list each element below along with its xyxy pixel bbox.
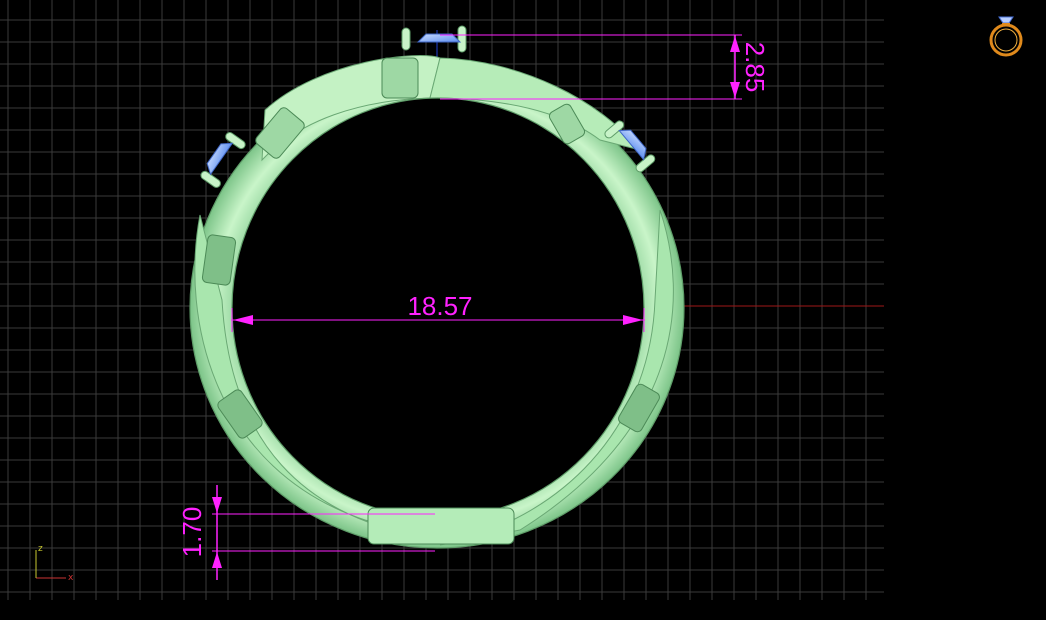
gem-top[interactable] [401, 25, 467, 53]
dimension-top-height-label: 2.85 [740, 42, 770, 93]
dimension-inner-diameter-label: 18.57 [407, 291, 472, 321]
dimension-band-thickness-label: 1.70 [177, 507, 207, 558]
ring-icon[interactable] [989, 16, 1023, 57]
viewport-canvas[interactable]: 2.85 18.57 1.70 z x [0, 0, 1046, 615]
axis-x-label: x [68, 573, 74, 583]
cad-viewport[interactable]: 2.85 18.57 1.70 z x [0, 0, 1046, 615]
axis-gizmo: z x [35, 544, 74, 583]
axis-z-label: z [38, 544, 43, 554]
seat-cutout-top [381, 57, 419, 99]
ring-model[interactable] [189, 25, 685, 549]
seat-cutout-left [201, 234, 237, 286]
seat-cutout-bottom [367, 507, 515, 545]
